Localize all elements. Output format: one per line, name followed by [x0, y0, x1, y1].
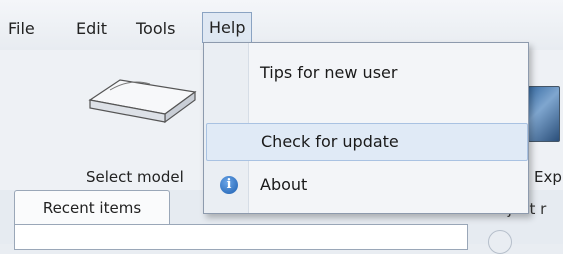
menu-tools[interactable]: Tools — [132, 18, 179, 40]
export-label[interactable]: Exp — [534, 168, 562, 186]
menu-item-check-update[interactable]: Check for update — [206, 123, 528, 161]
menu-item-about[interactable]: i About — [206, 167, 526, 203]
menu-item-about-label: About — [260, 175, 308, 194]
menu-item-tips-label: Tips for new user — [260, 63, 398, 82]
select-model-icon[interactable] — [80, 70, 200, 130]
menu-help[interactable]: Help — [202, 12, 253, 43]
menu-item-check-update-label: Check for update — [261, 132, 399, 151]
menu-file[interactable]: File — [4, 18, 39, 40]
help-menu-dropdown: Tips for new user Check for update i Abo… — [203, 42, 529, 214]
menu-item-tips[interactable]: Tips for new user — [206, 55, 526, 91]
info-icon: i — [220, 176, 238, 194]
export-icon[interactable] — [528, 86, 560, 142]
circle-icon[interactable] — [488, 230, 512, 254]
select-model-label[interactable]: Select model — [86, 168, 184, 186]
menu-edit[interactable]: Edit — [72, 18, 111, 40]
tab-recent-items[interactable]: Recent items — [14, 190, 170, 225]
recent-items-list[interactable] — [14, 224, 468, 250]
